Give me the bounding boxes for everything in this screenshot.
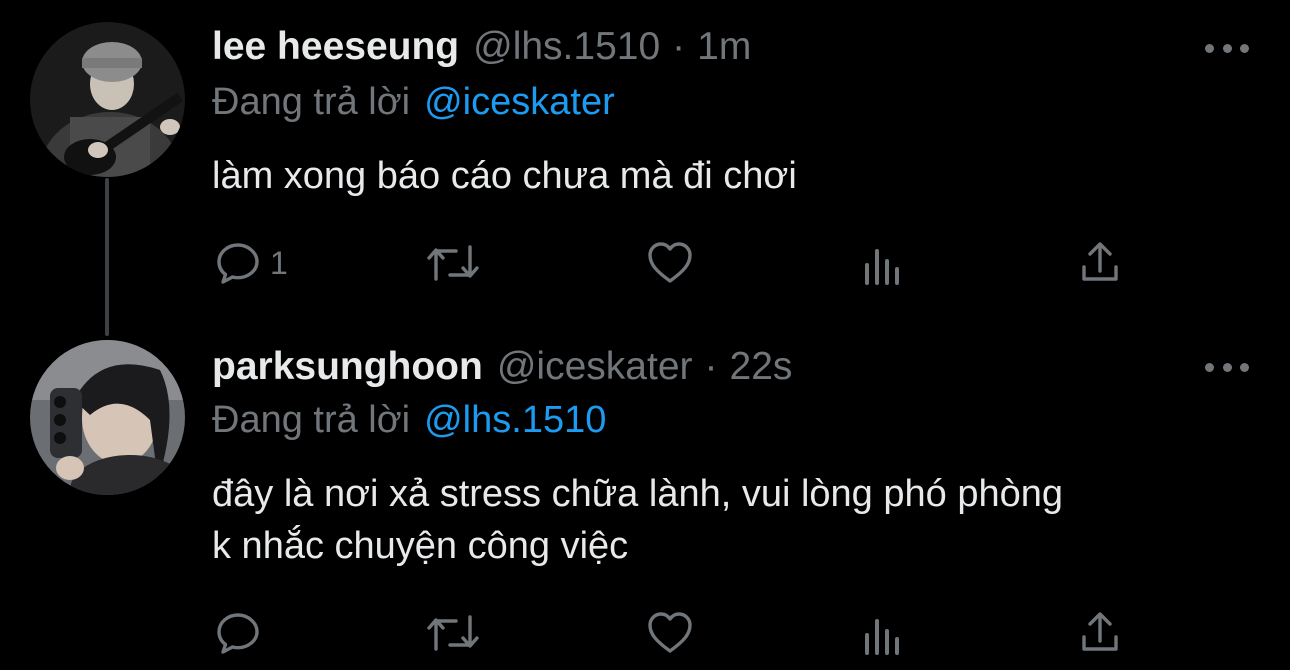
timestamp[interactable]: 22s bbox=[730, 342, 793, 392]
tweet-header: parksunghoon @iceskater · 22s bbox=[212, 342, 792, 392]
retweet-button[interactable] bbox=[426, 238, 480, 288]
reply-count: 1 bbox=[270, 244, 288, 281]
tweet-reply-1[interactable]: lee heeseung @lhs.1510 · 1m Đang trả lời… bbox=[0, 0, 1290, 330]
retweet-icon bbox=[427, 245, 479, 281]
replying-to: Đang trả lời @lhs.1510 bbox=[212, 396, 606, 444]
separator-dot: · bbox=[704, 345, 718, 388]
tweet-reply-2[interactable]: parksunghoon @iceskater · 22s Đang trả l… bbox=[0, 330, 1290, 670]
views-button[interactable] bbox=[862, 610, 906, 660]
like-button[interactable] bbox=[646, 608, 694, 658]
more-dot-icon bbox=[1222, 362, 1232, 372]
like-icon bbox=[648, 612, 692, 653]
avatar[interactable] bbox=[30, 22, 185, 177]
tweet-header: lee heeseung @lhs.1510 · 1m bbox=[212, 22, 751, 72]
reply-button[interactable]: 1 bbox=[214, 238, 288, 288]
avatar-photo-guitar bbox=[30, 22, 185, 177]
share-button[interactable] bbox=[1078, 238, 1122, 288]
like-button[interactable] bbox=[646, 238, 694, 288]
more-dot-icon bbox=[1222, 43, 1232, 53]
views-button[interactable] bbox=[862, 240, 906, 290]
tweet-text-line: đây là nơi xả stress chữa lành, vui lòng… bbox=[212, 473, 1063, 515]
replying-label: Đang trả lời bbox=[212, 399, 411, 441]
replying-to: Đang trả lời @iceskater bbox=[212, 78, 615, 126]
retweet-icon bbox=[427, 615, 479, 651]
replying-label: Đang trả lời bbox=[212, 81, 411, 123]
more-options-button[interactable] bbox=[1205, 352, 1249, 382]
avatar[interactable] bbox=[30, 340, 185, 495]
retweet-button[interactable] bbox=[426, 608, 480, 658]
more-dot-icon bbox=[1205, 362, 1214, 372]
reply-button[interactable] bbox=[214, 608, 270, 658]
display-name[interactable]: parksunghoon bbox=[212, 342, 483, 392]
share-icon bbox=[1082, 612, 1118, 651]
separator-dot: · bbox=[672, 25, 686, 68]
mention-link[interactable]: @iceskater bbox=[424, 81, 615, 123]
more-dot-icon bbox=[1240, 43, 1249, 53]
user-handle[interactable]: @lhs.1510 bbox=[473, 22, 660, 72]
share-icon bbox=[1082, 242, 1118, 281]
reply-icon bbox=[217, 613, 259, 654]
mention-link[interactable]: @lhs.1510 bbox=[424, 399, 606, 441]
more-dot-icon bbox=[1240, 362, 1249, 372]
more-dot-icon bbox=[1205, 43, 1214, 53]
tweet-text: đây là nơi xả stress chữa lành, vui lòng… bbox=[212, 468, 1262, 572]
views-icon bbox=[865, 619, 899, 655]
more-options-button[interactable] bbox=[1205, 33, 1249, 63]
user-handle[interactable]: @iceskater bbox=[497, 342, 693, 392]
share-button[interactable] bbox=[1078, 608, 1122, 658]
tweet-text: làm xong báo cáo chưa mà đi chơi bbox=[212, 155, 797, 197]
reply-icon bbox=[217, 243, 259, 284]
display-name[interactable]: lee heeseung bbox=[212, 22, 459, 72]
tweet-text-line: k nhắc chuyện công việc bbox=[212, 525, 629, 567]
timestamp[interactable]: 1m bbox=[697, 22, 751, 72]
avatar-photo-selfie bbox=[30, 340, 185, 495]
like-icon bbox=[648, 242, 692, 283]
views-icon bbox=[865, 249, 899, 285]
